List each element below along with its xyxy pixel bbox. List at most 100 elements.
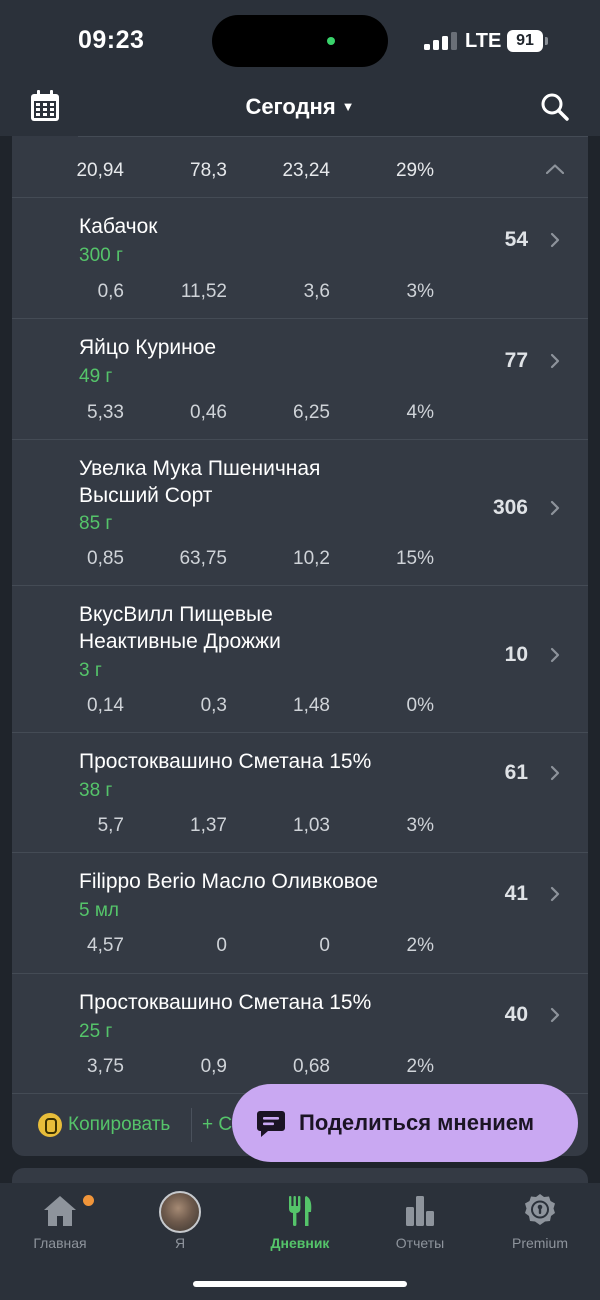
- food-amount: 5 мл: [79, 900, 119, 921]
- food-percent: 0%: [406, 695, 434, 716]
- avatar: [159, 1191, 201, 1233]
- food-calories: 61: [504, 761, 528, 784]
- food-percent: 2%: [406, 935, 434, 956]
- food-carbs: 11,52: [180, 281, 227, 302]
- chevron-up-icon[interactable]: [546, 164, 564, 174]
- search-icon[interactable]: [540, 92, 570, 122]
- meal-summary-row[interactable]: 20,94 78,3 23,24 29%: [12, 136, 588, 198]
- food-item[interactable]: Яйцо Куриное 49 г 5,33 0,46 6,25 4% 77: [12, 319, 588, 440]
- nav-bar: Сегодня ▼: [0, 80, 600, 136]
- food-amount: 85 г: [79, 513, 113, 534]
- food-name: Яйцо Куриное: [79, 336, 217, 359]
- chevron-right-icon: [550, 1007, 560, 1023]
- share-feedback-button[interactable]: Поделиться мнением: [232, 1084, 578, 1162]
- food-amount: 25 г: [79, 1021, 113, 1042]
- tab-home[interactable]: Главная: [0, 1183, 120, 1263]
- camera-indicator-dot: [327, 37, 335, 45]
- summary-percent: 29%: [395, 160, 434, 181]
- tab-diary[interactable]: Дневник: [240, 1183, 360, 1263]
- food-name: Кабачок: [79, 215, 158, 238]
- food-fat: 5,7: [97, 815, 124, 836]
- premium-badge-icon: [525, 1194, 555, 1225]
- food-amount: 49 г: [79, 366, 113, 387]
- food-fat: 5,33: [87, 402, 124, 423]
- summary-fat: 20,94: [76, 160, 124, 181]
- home-icon: [44, 1196, 76, 1226]
- premium-lock-icon: [38, 1113, 62, 1137]
- tab-premium[interactable]: Premium: [480, 1183, 600, 1263]
- chevron-right-icon: [550, 765, 560, 781]
- battery-cap: [545, 37, 548, 45]
- food-protein: 10,2: [293, 548, 330, 569]
- food-carbs: 0,46: [190, 402, 227, 423]
- food-calories: 54: [504, 228, 528, 251]
- food-item[interactable]: Кабачок 300 г 0,6 11,52 3,6 3% 54: [12, 198, 588, 319]
- food-calories: 40: [504, 1003, 528, 1026]
- bar-chart-icon: [406, 1196, 434, 1226]
- food-name: Простоквашино Сметана 15%: [79, 750, 372, 773]
- food-protein: 0,68: [293, 1056, 330, 1077]
- caret-down-icon: ▼: [341, 99, 355, 114]
- food-fat: 4,57: [87, 935, 124, 956]
- food-item[interactable]: ВкусВилл Пищевые Неактивные Дрожжи 3 г 0…: [12, 586, 588, 733]
- food-fat: 0,14: [87, 695, 124, 716]
- food-calories: 41: [504, 882, 528, 905]
- chevron-right-icon: [550, 353, 560, 369]
- date-selector[interactable]: Сегодня ▼: [0, 94, 600, 120]
- network-type: LTE: [465, 30, 502, 52]
- cutlery-icon: [289, 1196, 312, 1226]
- tab-profile[interactable]: Я: [120, 1183, 240, 1263]
- chevron-right-icon: [550, 647, 560, 663]
- share-feedback-label: Поделиться мнением: [299, 1110, 534, 1135]
- food-amount: 300 г: [79, 245, 123, 266]
- food-fat: 0,6: [97, 281, 124, 302]
- chevron-right-icon: [550, 500, 560, 516]
- dynamic-island: [212, 15, 388, 67]
- tab-label: Дневник: [270, 1235, 330, 1251]
- summary-carbs: 78,3: [190, 160, 227, 181]
- tab-label: Premium: [511, 1235, 568, 1251]
- food-item[interactable]: Filippo Berio Масло Оливковое 5 мл 4,57 …: [12, 853, 588, 974]
- tab-label: Отчеты: [395, 1235, 445, 1251]
- food-item[interactable]: Простоквашино Сметана 15% 25 г 3,75 0,9 …: [12, 974, 588, 1094]
- food-item[interactable]: Простоквашино Сметана 15% 38 г 5,7 1,37 …: [12, 733, 588, 853]
- food-calories: 306: [492, 496, 528, 519]
- food-amount: 3 г: [79, 660, 102, 681]
- add-button[interactable]: + С: [202, 1114, 232, 1136]
- copy-button[interactable]: Копировать: [38, 1111, 170, 1139]
- food-protein: 1,48: [293, 695, 330, 716]
- divider: [191, 1108, 192, 1142]
- food-name: Увелка Мука Пшеничная Высший Сорт: [79, 457, 321, 507]
- tab-label: Главная: [33, 1235, 87, 1251]
- divider: [78, 136, 588, 137]
- food-fat: 0,85: [87, 548, 124, 569]
- signal-strength-icon: [424, 32, 458, 50]
- summary-protein: 23,24: [282, 160, 330, 181]
- notification-dot: [83, 1195, 94, 1206]
- food-carbs: 0,3: [200, 695, 227, 716]
- food-name: Filippo Berio Масло Оливковое: [79, 870, 379, 893]
- food-calories: 77: [504, 349, 528, 372]
- home-indicator: [193, 1281, 407, 1287]
- food-name: Простоквашино Сметана 15%: [79, 991, 372, 1014]
- food-protein: 6,25: [293, 402, 330, 423]
- food-calories: 10: [504, 643, 528, 666]
- tab-reports[interactable]: Отчеты: [360, 1183, 480, 1263]
- chevron-right-icon: [550, 232, 560, 248]
- status-time: 09:23: [78, 26, 145, 54]
- chat-bubble-icon: [257, 1111, 285, 1137]
- battery-icon: 91: [507, 30, 543, 52]
- status-bar: 09:23 LTE 91: [0, 0, 600, 80]
- food-carbs: 1,37: [190, 815, 227, 836]
- food-carbs: 0: [216, 935, 227, 956]
- food-carbs: 63,75: [179, 548, 227, 569]
- food-percent: 3%: [406, 281, 434, 302]
- chevron-right-icon: [550, 886, 560, 902]
- food-protein: 1,03: [293, 815, 330, 836]
- food-item[interactable]: Увелка Мука Пшеничная Высший Сорт 85 г 0…: [12, 440, 588, 586]
- food-protein: 0: [319, 935, 330, 956]
- copy-label: Копировать: [68, 1114, 171, 1135]
- food-percent: 2%: [406, 1056, 434, 1077]
- food-carbs: 0,9: [200, 1056, 227, 1077]
- food-percent: 4%: [406, 402, 434, 423]
